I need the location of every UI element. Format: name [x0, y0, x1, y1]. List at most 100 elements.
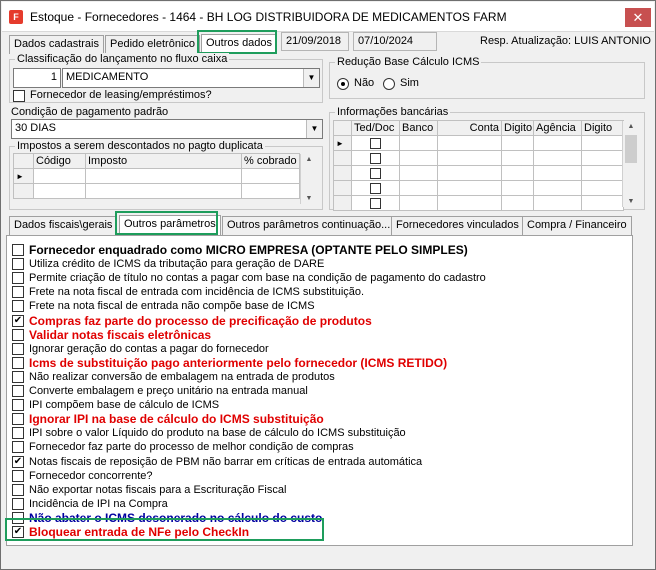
row-pointer-icon: ► — [13, 168, 34, 184]
option-checkbox[interactable] — [12, 272, 24, 285]
option-checkbox[interactable] — [12, 258, 24, 271]
option-label: Permite criação de título no contas a pa… — [29, 272, 486, 285]
option-checkbox[interactable]: ✔ — [12, 314, 24, 327]
classificacao-select[interactable]: MEDICAMENTO ▼ — [62, 68, 320, 88]
chevron-down-icon[interactable]: ▼ — [306, 120, 322, 138]
scroll-thumb[interactable] — [625, 135, 637, 163]
row-header — [333, 120, 352, 136]
option-label: IPI sobre o valor Líquido do produto na … — [29, 427, 406, 440]
option-label: Icms de substituição pago anteriormente … — [29, 355, 448, 370]
table-row[interactable]: ► — [333, 135, 624, 151]
option-label: Frete na nota fiscal de entrada com inci… — [29, 286, 365, 299]
col-agencia: Agência — [533, 120, 582, 136]
bancarias-label: Informações bancárias — [335, 106, 451, 118]
option-checkbox[interactable] — [12, 413, 24, 426]
option-checkbox[interactable] — [12, 328, 24, 341]
close-button[interactable]: ✕ — [625, 8, 651, 27]
option-label: Utiliza crédito de ICMS da tributação pa… — [29, 258, 325, 271]
col-ted-doc: Ted/Doc — [351, 120, 400, 136]
option-checkbox[interactable]: ✔ — [12, 455, 24, 468]
classificacao-code-input[interactable]: 1 — [13, 68, 61, 88]
col-codigo: Código — [33, 153, 86, 169]
col-imposto: Imposto — [85, 153, 242, 169]
table-row[interactable] — [333, 165, 624, 181]
option-checkbox[interactable] — [12, 469, 24, 482]
window: F Estoque - Fornecedores - 1464 - BH LOG… — [0, 0, 656, 570]
bancarias-table[interactable]: Ted/Doc Banco Conta Digito Agência Digit… — [333, 120, 624, 211]
option-checkbox[interactable] — [12, 300, 24, 313]
scroll-up-icon[interactable]: ▲ — [623, 123, 639, 130]
tab-pedido-eletronico[interactable]: Pedido eletrônico — [105, 35, 201, 54]
tab-compra-financeiro[interactable]: Compra / Financeiro — [522, 216, 632, 235]
option-checkbox[interactable] — [12, 286, 24, 299]
option-checkbox[interactable] — [12, 497, 24, 510]
highlight-outros-dados — [197, 30, 277, 54]
option-label: Incidência de IPI na Compra — [29, 497, 168, 510]
col-digito: Digito — [501, 120, 534, 136]
option-checkbox[interactable] — [12, 244, 24, 256]
table-row[interactable] — [333, 180, 624, 196]
option-checkbox[interactable] — [12, 483, 24, 496]
tab-dados-fiscais[interactable]: Dados fiscais\gerais — [9, 216, 118, 235]
option-label: Ignorar IPI na base de cálculo do ICMS s… — [29, 412, 324, 427]
date-updated: 07/10/2024 — [353, 32, 437, 51]
bancarias-scrollbar[interactable]: ▲ ▼ — [622, 121, 639, 207]
option-label: Ignorar geração do contas a pagar do for… — [29, 342, 269, 355]
table-row[interactable] — [333, 195, 624, 211]
title-bar: F Estoque - Fornecedores - 1464 - BH LOG… — [2, 2, 654, 32]
option-checkbox[interactable] — [12, 441, 24, 454]
tab-dados-cadastrais[interactable]: Dados cadastrais — [9, 35, 104, 54]
option-label: Notas fiscais de reposição de PBM não ba… — [29, 455, 423, 468]
condicao-select[interactable]: 30 DIAS ▼ — [11, 119, 323, 139]
col-digito-2: Digito — [581, 120, 624, 136]
reducao-label: Redução Base Cálculo ICMS — [335, 56, 482, 68]
impostos-scrollbar[interactable]: ▲ ▼ — [300, 154, 317, 204]
radio-sim-label: Sim — [400, 77, 419, 89]
scroll-down-icon[interactable]: ▼ — [301, 195, 317, 202]
option-checkbox[interactable] — [12, 370, 24, 383]
highlight-outros-parametros — [115, 211, 218, 235]
option-label: Compras faz parte do processo de precifi… — [29, 313, 372, 328]
col-banco: Banco — [399, 120, 438, 136]
scroll-down-icon[interactable]: ▼ — [623, 198, 639, 205]
table-row[interactable] — [13, 183, 300, 199]
option-label: Fornecedor enquadrado como MICRO EMPRESA… — [29, 243, 468, 257]
app-icon: F — [9, 10, 23, 24]
row-pointer-icon: ► — [333, 135, 352, 151]
chevron-down-icon[interactable]: ▼ — [303, 69, 319, 87]
classificacao-label: Classificação do lançamento no fluxo cai… — [15, 53, 230, 65]
option-label: Frete na nota fiscal de entrada não comp… — [29, 300, 315, 313]
option-label: Converte embalagem e preço unitário na e… — [29, 385, 308, 397]
condicao-label: Condição de pagamento padrão — [11, 106, 169, 118]
resp-atualizacao: Resp. Atualização: LUIS ANTONIO — [480, 35, 651, 47]
option-checkbox[interactable] — [12, 399, 24, 412]
table-row[interactable]: ► — [13, 168, 300, 184]
option-label: Fornecedor faz parte do processo de melh… — [29, 441, 354, 454]
option-label: Não realizar conversão de embalagem na e… — [29, 370, 335, 383]
scroll-up-icon[interactable]: ▲ — [301, 156, 317, 163]
leasing-checkbox[interactable] — [13, 90, 25, 102]
outros-parametros-panel: Fornecedor enquadrado como MICRO EMPRESA… — [6, 235, 633, 546]
window-title: Estoque - Fornecedores - 1464 - BH LOG D… — [30, 10, 507, 24]
date-created: 21/09/2018 — [281, 32, 349, 51]
option-checkbox[interactable] — [12, 356, 24, 369]
col-cobrado: % cobrado — [241, 153, 300, 169]
option-label: Validar notas fiscais eletrônicas — [29, 327, 212, 342]
leasing-label: Fornecedor de leasing/empréstimos? — [30, 89, 212, 101]
tab-outros-parametros-continuacao[interactable]: Outros parâmetros continuação... — [222, 216, 396, 235]
radio-sim[interactable] — [383, 78, 395, 90]
row-header — [13, 153, 34, 169]
radio-nao-label: Não — [354, 77, 375, 89]
radio-nao[interactable] — [337, 78, 349, 90]
option-checkbox[interactable] — [12, 427, 24, 440]
condicao-value: 30 DIAS — [15, 122, 56, 134]
option-checkbox[interactable] — [12, 342, 24, 355]
highlight-bloquear-checkin — [5, 518, 324, 541]
impostos-table[interactable]: Código Imposto % cobrado ► — [13, 153, 300, 199]
option-label: IPI compõem base de cálculo de ICMS — [29, 399, 220, 412]
tab-fornecedores-vinculados[interactable]: Fornecedores vinculados — [391, 216, 524, 235]
col-conta: Conta — [437, 120, 502, 136]
option-label: Fornecedor concorrente? — [29, 469, 153, 482]
option-checkbox[interactable] — [12, 385, 24, 397]
table-row[interactable] — [333, 150, 624, 166]
